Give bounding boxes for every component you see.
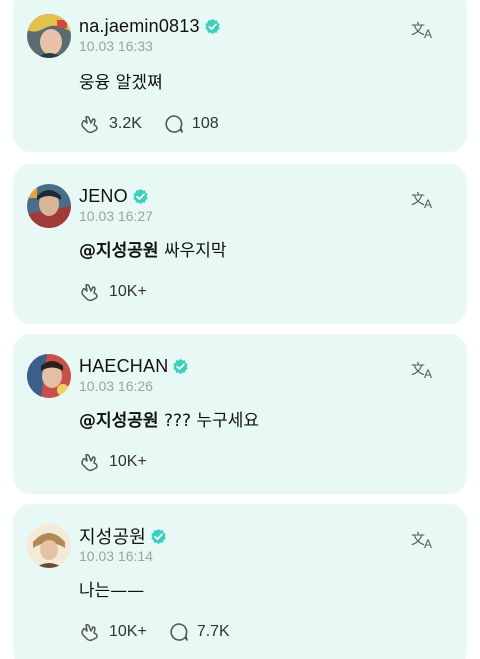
author-name[interactable]: HAECHAN [79, 356, 168, 377]
reaction-icon [81, 115, 98, 134]
post-card-1[interactable]: na.jaemin0813 10.03 16:33 文 A 웅융 알겠쪄 3.2… [13, 0, 467, 152]
post-card-3[interactable]: HAECHAN 10.03 16:26 文 A @지성공원 ??? 누구세요 1… [13, 334, 467, 494]
post-timestamp: 10.03 16:33 [79, 38, 153, 54]
post-card-2[interactable]: JENO 10.03 16:27 文 A @지성공원 싸우지막 10K+ [13, 164, 467, 324]
translate-icon[interactable]: 文 A [411, 18, 437, 40]
avatar[interactable] [27, 184, 71, 228]
author-name[interactable]: JENO [79, 186, 128, 207]
translate-icon[interactable]: 文 A [411, 528, 437, 550]
author-name[interactable]: na.jaemin0813 [79, 16, 200, 37]
reaction-button[interactable]: 10K+ [79, 282, 147, 302]
verified-badge-icon [133, 188, 148, 204]
svg-text:文: 文 [411, 22, 425, 38]
verified-badge-icon [204, 18, 220, 34]
post-actions: 10K+ [79, 282, 169, 302]
post-actions: 10K+ 7.7K [79, 622, 252, 642]
reaction-button[interactable]: 10K+ [79, 622, 147, 642]
reaction-count: 10K+ [109, 283, 147, 300]
svg-text:A: A [424, 197, 432, 210]
svg-text:文: 文 [411, 192, 425, 208]
post-timestamp: 10.03 16:27 [79, 208, 153, 224]
reaction-count: 3.2K [109, 115, 142, 132]
translate-icon[interactable]: 文 A [411, 188, 437, 210]
comment-button[interactable]: 108 [164, 114, 219, 134]
post-card-4[interactable]: 지성공원 10.03 16:14 文 A 나는—— 10K+ 7.7K [13, 504, 467, 659]
post-actions: 10K+ [79, 452, 169, 472]
svg-text:文: 文 [411, 532, 425, 548]
reaction-icon [81, 453, 98, 472]
reaction-count: 10K+ [109, 623, 147, 640]
author-name[interactable]: 지성공원 [79, 523, 146, 549]
post-timestamp: 10.03 16:14 [79, 548, 153, 564]
comment-button[interactable]: 7.7K [169, 622, 230, 642]
post-timestamp: 10.03 16:26 [79, 378, 153, 394]
comment-icon [170, 623, 188, 641]
verified-badge-icon [151, 528, 166, 544]
reaction-icon [81, 283, 98, 302]
avatar[interactable] [27, 354, 71, 398]
mention-link[interactable]: @지성공원 [79, 241, 159, 261]
reaction-button[interactable]: 10K+ [79, 452, 147, 472]
comment-icon [165, 115, 183, 133]
translate-icon[interactable]: 文 A [411, 358, 437, 380]
svg-text:文: 文 [411, 362, 425, 378]
svg-text:A: A [424, 367, 432, 380]
post-text: @지성공원 싸우지막 [79, 241, 227, 261]
post-text: 웅융 알겠쪄 [79, 73, 163, 93]
comment-count: 7.7K [196, 623, 230, 640]
avatar[interactable] [27, 14, 71, 58]
comment-count: 108 [191, 115, 219, 132]
avatar[interactable] [27, 524, 71, 568]
post-feed: na.jaemin0813 10.03 16:33 文 A 웅융 알겠쪄 3.2… [0, 0, 480, 659]
svg-text:A: A [424, 537, 432, 550]
post-text: @지성공원 ??? 누구세요 [79, 411, 259, 431]
svg-text:A: A [424, 27, 432, 40]
mention-link[interactable]: @지성공원 [79, 411, 159, 431]
reaction-icon [81, 623, 98, 642]
post-text: 나는—— [79, 581, 145, 601]
post-actions: 3.2K 108 [79, 114, 241, 134]
reaction-count: 10K+ [109, 453, 147, 470]
reaction-button[interactable]: 3.2K [79, 114, 142, 134]
verified-badge-icon [173, 358, 189, 374]
